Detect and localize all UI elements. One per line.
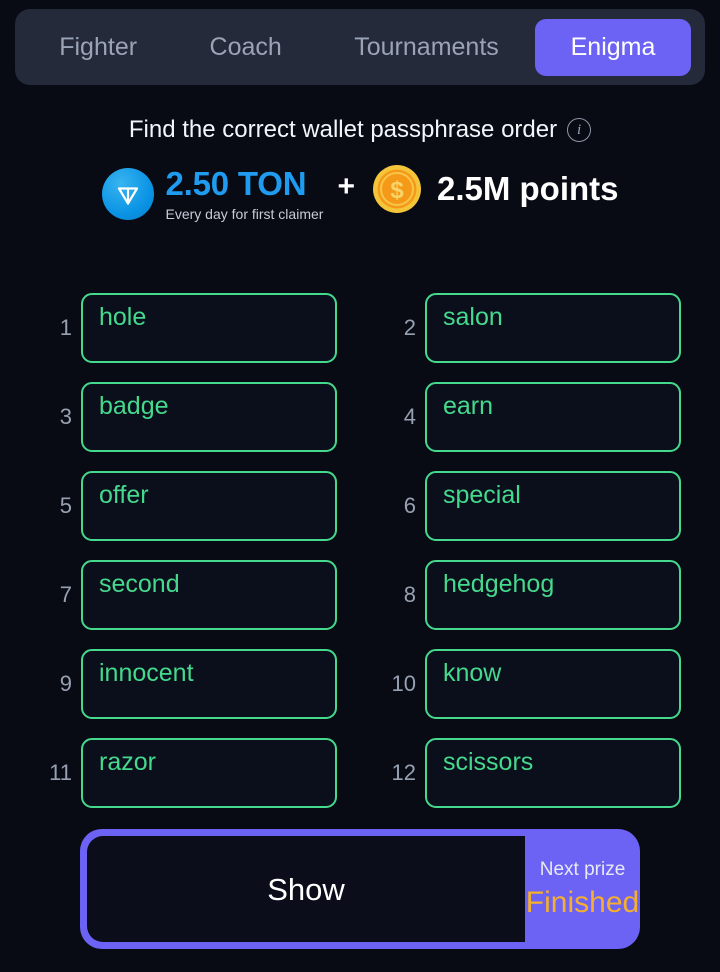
ton-coin-icon bbox=[101, 168, 154, 220]
cell-word: hedgehog bbox=[443, 569, 555, 598]
passphrase-grid: 1 hole 2 salon 3 badge 4 earn 5 offer 6 … bbox=[0, 283, 720, 817]
ton-prize-block: 2.50 TON Every day for first claimer bbox=[166, 167, 324, 221]
cell-index: 12 bbox=[391, 759, 416, 785]
prize-row: 2.50 TON Every day for first claimer + $… bbox=[0, 163, 720, 225]
tab-fighter[interactable]: Fighter bbox=[23, 19, 173, 76]
passphrase-cell-3[interactable]: 3 badge bbox=[0, 372, 360, 461]
cell-word: know bbox=[443, 658, 502, 687]
cell-word: scissors bbox=[443, 747, 534, 776]
plus-separator: + bbox=[337, 170, 355, 203]
cell-word: innocent bbox=[99, 658, 194, 687]
cell-box[interactable]: salon bbox=[425, 292, 681, 363]
cell-word: salon bbox=[443, 302, 503, 331]
grid-row: 11 razor 12 scissors bbox=[0, 728, 720, 817]
next-prize-label: Next prize bbox=[539, 859, 626, 880]
points-amount: 2.5M points bbox=[436, 169, 619, 207]
cell-index: 1 bbox=[59, 314, 72, 340]
cell-box[interactable]: badge bbox=[81, 381, 337, 452]
cell-box[interactable]: innocent bbox=[81, 648, 337, 719]
show-button[interactable]: Show bbox=[87, 836, 525, 942]
page-title: Find the correct wallet passphrase order bbox=[128, 116, 558, 143]
passphrase-cell-2[interactable]: 2 salon bbox=[360, 283, 720, 372]
svg-text:$: $ bbox=[390, 177, 404, 204]
ton-amount: 2.50 TON bbox=[165, 165, 307, 202]
passphrase-cell-5[interactable]: 5 offer bbox=[0, 461, 360, 550]
dollar-coin-icon: $ bbox=[371, 163, 423, 215]
cell-word: second bbox=[99, 569, 180, 598]
tab-tournaments[interactable]: Tournaments bbox=[318, 19, 535, 76]
passphrase-cell-6[interactable]: 6 special bbox=[360, 461, 720, 550]
info-icon[interactable]: i bbox=[567, 118, 592, 142]
passphrase-cell-12[interactable]: 12 scissors bbox=[360, 728, 720, 817]
cell-word: earn bbox=[443, 391, 494, 420]
grid-row: 7 second 8 hedgehog bbox=[0, 550, 720, 639]
passphrase-cell-1[interactable]: 1 hole bbox=[0, 283, 360, 372]
cell-word: special bbox=[443, 480, 521, 509]
cell-index: 9 bbox=[59, 670, 72, 696]
cell-index: 2 bbox=[403, 314, 416, 340]
top-tab-bar: Fighter Coach Tournaments Enigma bbox=[15, 9, 705, 85]
passphrase-cell-10[interactable]: 10 know bbox=[360, 639, 720, 728]
cell-word: razor bbox=[99, 747, 156, 776]
grid-row: 9 innocent 10 know bbox=[0, 639, 720, 728]
cell-index: 11 bbox=[49, 759, 72, 785]
cell-word: hole bbox=[99, 302, 147, 331]
cell-box[interactable]: special bbox=[425, 470, 681, 541]
passphrase-cell-7[interactable]: 7 second bbox=[0, 550, 360, 639]
next-prize-value: Finished bbox=[525, 886, 640, 919]
bottom-action-bar: Show Next prize Finished bbox=[80, 829, 640, 949]
cell-index: 7 bbox=[59, 581, 72, 607]
cell-index: 10 bbox=[391, 670, 416, 696]
tab-coach[interactable]: Coach bbox=[173, 19, 318, 76]
ton-subtitle: Every day for first claimer bbox=[165, 206, 324, 222]
passphrase-cell-11[interactable]: 11 razor bbox=[0, 728, 360, 817]
grid-row: 5 offer 6 special bbox=[0, 461, 720, 550]
cell-word: badge bbox=[99, 391, 169, 420]
cell-word: offer bbox=[99, 480, 149, 509]
passphrase-cell-8[interactable]: 8 hedgehog bbox=[360, 550, 720, 639]
cell-box[interactable]: razor bbox=[81, 737, 337, 808]
cell-index: 5 bbox=[59, 492, 72, 518]
grid-row: 1 hole 2 salon bbox=[0, 283, 720, 372]
grid-row: 3 badge 4 earn bbox=[0, 372, 720, 461]
show-button-label: Show bbox=[267, 871, 345, 907]
cell-index: 8 bbox=[403, 581, 416, 607]
cell-box[interactable]: offer bbox=[81, 470, 337, 541]
cell-box[interactable]: hedgehog bbox=[425, 559, 681, 630]
cell-box[interactable]: hole bbox=[81, 292, 337, 363]
cell-index: 6 bbox=[403, 492, 416, 518]
cell-index: 3 bbox=[59, 403, 72, 429]
cell-box[interactable]: know bbox=[425, 648, 681, 719]
tab-enigma[interactable]: Enigma bbox=[535, 18, 692, 76]
next-prize-panel: Next prize Finished bbox=[525, 829, 640, 949]
cell-box[interactable]: earn bbox=[425, 381, 681, 452]
page-title-row: Find the correct wallet passphrase order… bbox=[0, 118, 720, 142]
cell-box[interactable]: second bbox=[81, 559, 337, 630]
passphrase-cell-4[interactable]: 4 earn bbox=[360, 372, 720, 461]
passphrase-cell-9[interactable]: 9 innocent bbox=[0, 639, 360, 728]
cell-box[interactable]: scissors bbox=[425, 737, 681, 808]
cell-index: 4 bbox=[403, 403, 416, 429]
